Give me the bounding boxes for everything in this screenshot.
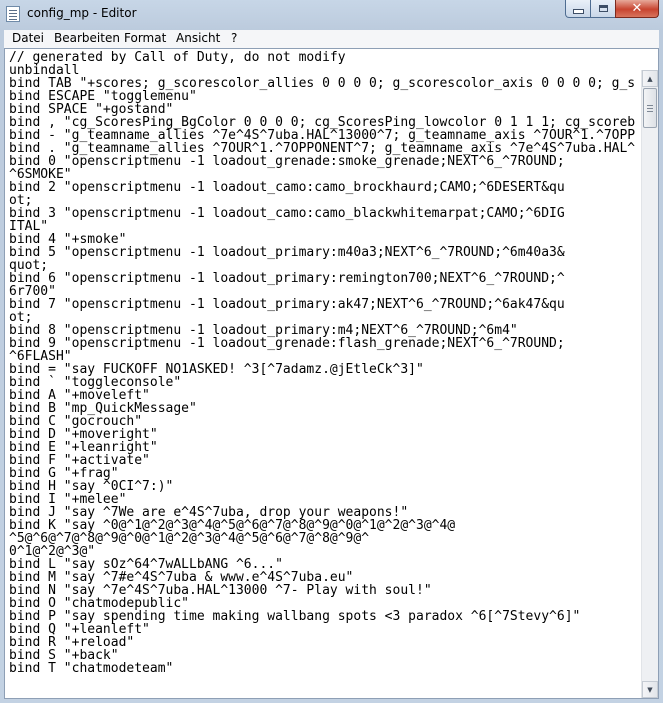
text-line[interactable]: bind 0 "openscriptmenu -1 loadout_grenad… [9, 155, 639, 168]
text-line[interactable]: bind T "chatmodeteam" [9, 662, 639, 675]
scroll-up-arrow-icon[interactable]: ▲ [642, 70, 658, 87]
text-line[interactable]: ^5@^6@^7@^8@^9@^0@^1@^2@^3@^4@^5@^6@^7@^… [9, 532, 639, 545]
notepad-window: config_mp - Editor ✕ Datei Bearbeiten Fo… [0, 0, 663, 703]
text-line[interactable]: bind 9 "openscriptmenu -1 loadout_grenad… [9, 337, 639, 350]
menu-datei[interactable]: Datei [12, 31, 44, 45]
menu-bearbeiten[interactable]: Bearbeiten [54, 31, 120, 45]
text-line[interactable]: bind 5 "openscriptmenu -1 loadout_primar… [9, 246, 639, 259]
close-icon: ✕ [631, 1, 643, 16]
window-title: config_mp - Editor [27, 6, 137, 20]
notepad-icon[interactable] [6, 6, 20, 22]
minimize-icon [572, 9, 584, 14]
text-line[interactable]: bind 2 "openscriptmenu -1 loadout_camo:c… [9, 181, 639, 194]
text-editor[interactable]: // generated by Call of Duty, do not mod… [4, 48, 659, 699]
scroll-down-arrow-icon[interactable]: ▼ [642, 681, 658, 698]
close-button[interactable]: ✕ [615, 0, 659, 18]
text-line[interactable]: // generated by Call of Duty, do not mod… [9, 51, 639, 64]
minimize-button[interactable] [565, 0, 591, 18]
scroll-thumb[interactable] [643, 88, 657, 128]
text-line[interactable]: bind 3 "openscriptmenu -1 loadout_camo:c… [9, 207, 639, 220]
menu-ansicht[interactable]: Ansicht [176, 31, 220, 45]
menu-bar: Datei Bearbeiten Format Ansicht ? [4, 30, 659, 49]
text-content[interactable]: // generated by Call of Duty, do not mod… [9, 51, 639, 696]
maximize-button[interactable] [590, 0, 616, 18]
text-line[interactable]: bind 6 "openscriptmenu -1 loadout_primar… [9, 272, 639, 285]
maximize-icon [598, 5, 608, 12]
title-bar[interactable]: config_mp - Editor ✕ [0, 0, 663, 30]
menu-help[interactable]: ? [231, 31, 237, 45]
vertical-scrollbar[interactable]: ▲ ▼ [641, 70, 658, 698]
menu-format[interactable]: Format [124, 31, 166, 45]
text-line[interactable]: bind 7 "openscriptmenu -1 loadout_primar… [9, 298, 639, 311]
